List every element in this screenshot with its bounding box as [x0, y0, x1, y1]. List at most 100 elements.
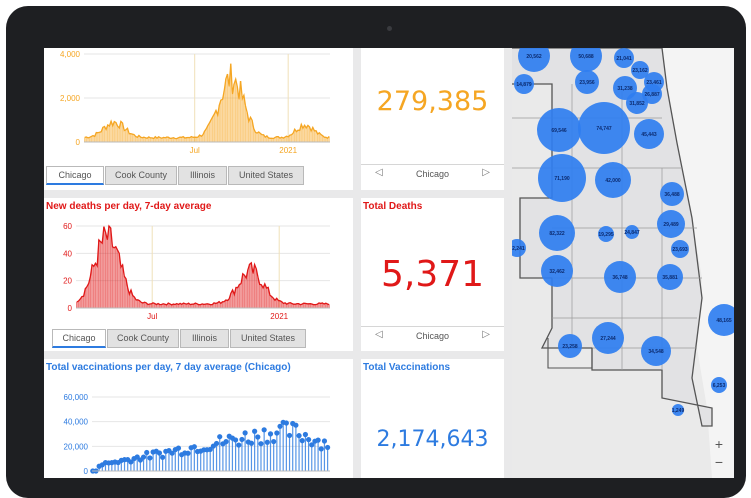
data-bar: [223, 90, 225, 142]
data-bar: [236, 287, 239, 308]
x-tick-label: 2021: [279, 146, 297, 155]
data-bar: [233, 294, 235, 308]
data-point: [191, 444, 197, 450]
data-bar: [142, 302, 144, 308]
data-point: [140, 454, 147, 460]
data-bar: [244, 105, 247, 142]
data-bar: [307, 303, 310, 308]
laptop-frame: 0 2,000 4,000 Jul 2021 Chicago Cook County I…: [6, 6, 746, 498]
data-bar: [86, 286, 88, 308]
deaths-tab-chicago[interactable]: Chicago: [52, 329, 106, 348]
map-canvas[interactable]: 20,562 50,688 21,04123,162 14,879 23,956 31,2…: [512, 48, 734, 478]
cases-tab-illinois[interactable]: Illinois: [178, 166, 227, 185]
deaths-tab-illinois[interactable]: Illinois: [180, 329, 229, 348]
bubble-label: 69,546: [551, 128, 567, 134]
data-bar: [220, 100, 222, 142]
zoom-out-button[interactable]: −: [712, 454, 726, 470]
bubble-label: 82,322: [549, 231, 565, 237]
data-point: [217, 434, 223, 440]
data-bar: [243, 275, 246, 308]
total-deaths-value: 5,371: [380, 254, 485, 295]
data-bar: [128, 133, 130, 142]
bubble-label: 1,249: [672, 408, 685, 414]
data-bar: [257, 131, 260, 142]
data-bar: [248, 121, 250, 142]
data-bar: [303, 125, 306, 142]
cases-tab-cook-county[interactable]: Cook County: [105, 166, 177, 185]
vaccinations-chart-panel: Total vaccinations per day, 7 day averag…: [44, 359, 353, 478]
cases-tab-united-states[interactable]: United States: [228, 166, 304, 185]
deaths-pager: ◁ Chicago ▷: [361, 326, 504, 345]
y-tick-label: 20: [63, 277, 72, 286]
data-bar: [135, 299, 137, 308]
data-bar: [96, 266, 98, 308]
data-point: [293, 422, 299, 428]
data-bar: [76, 302, 78, 308]
data-bar: [256, 133, 258, 142]
data-bar: [114, 246, 117, 308]
total-deaths-panel: Total Deaths 5,371 ◁ Chicago ▷: [361, 198, 504, 351]
data-bar: [195, 137, 197, 142]
data-bar: [94, 263, 97, 308]
cases-tab-chicago[interactable]: Chicago: [46, 166, 104, 185]
data-bar: [211, 116, 214, 142]
data-bar: [290, 134, 293, 142]
y-tick-label: 0: [76, 138, 81, 147]
data-bar: [123, 276, 125, 308]
bubble-label: 27,244: [600, 336, 616, 342]
bubble-label: 19,295: [598, 232, 614, 238]
data-bar: [84, 137, 86, 142]
dashboard-screen: 0 2,000 4,000 Jul 2021 Chicago Cook County I…: [44, 48, 734, 478]
data-bar: [92, 266, 95, 308]
data-bar: [100, 131, 102, 142]
bubble-label: 23,956: [579, 80, 595, 86]
bubble-label: 23,162: [632, 68, 648, 74]
deaths-chart: 0 20 40 60 Jul 2021: [63, 222, 330, 321]
data-bar: [216, 114, 219, 142]
data-bar: [258, 284, 261, 308]
data-bar: [103, 226, 105, 308]
data-bar: [316, 134, 319, 142]
data-point: [252, 428, 258, 434]
deaths-tab-united-states[interactable]: United States: [230, 329, 306, 348]
bubble-label: 36,488: [664, 192, 680, 198]
y-tick-label: 60,000: [64, 393, 89, 402]
data-point: [223, 439, 229, 445]
data-point: [321, 438, 328, 444]
y-tick-label: 20,000: [64, 442, 89, 451]
data-point: [255, 434, 261, 440]
data-bar: [249, 117, 252, 142]
data-point: [296, 433, 302, 439]
pager-next-icon[interactable]: ▷: [482, 329, 490, 340]
data-point: [261, 427, 267, 433]
data-point: [258, 441, 264, 447]
data-point: [236, 442, 242, 448]
data-bar: [104, 232, 107, 308]
data-bar: [313, 130, 316, 142]
data-bar: [128, 294, 130, 308]
data-bar: [240, 283, 242, 308]
data-bar: [116, 126, 119, 142]
map-panel[interactable]: 20,562 50,688 21,041 23,162 14,879 23,956 31,2…: [512, 48, 734, 478]
zoom-in-button[interactable]: +: [712, 436, 726, 452]
data-point: [232, 437, 239, 443]
data-point: [175, 445, 182, 451]
data-point: [305, 436, 312, 443]
data-bar: [164, 137, 166, 142]
data-bar: [87, 283, 90, 308]
y-tick-label: 60: [63, 222, 72, 231]
data-bar: [302, 128, 304, 142]
y-tick-label: 40,000: [64, 418, 89, 427]
pager-next-icon[interactable]: ▷: [482, 167, 490, 178]
data-bar: [113, 247, 115, 308]
data-bar: [131, 134, 133, 142]
deaths-tab-cook-county[interactable]: Cook County: [107, 329, 179, 348]
data-bar: [238, 284, 241, 308]
data-bar: [287, 136, 289, 142]
cases-chart: 0 2,000 4,000 Jul 2021: [60, 50, 330, 155]
data-bar: [245, 278, 247, 308]
data-bar: [323, 137, 325, 142]
bubble-label: 71,190: [554, 176, 570, 182]
y-tick-label: 0: [84, 467, 89, 476]
data-bar: [269, 295, 271, 308]
